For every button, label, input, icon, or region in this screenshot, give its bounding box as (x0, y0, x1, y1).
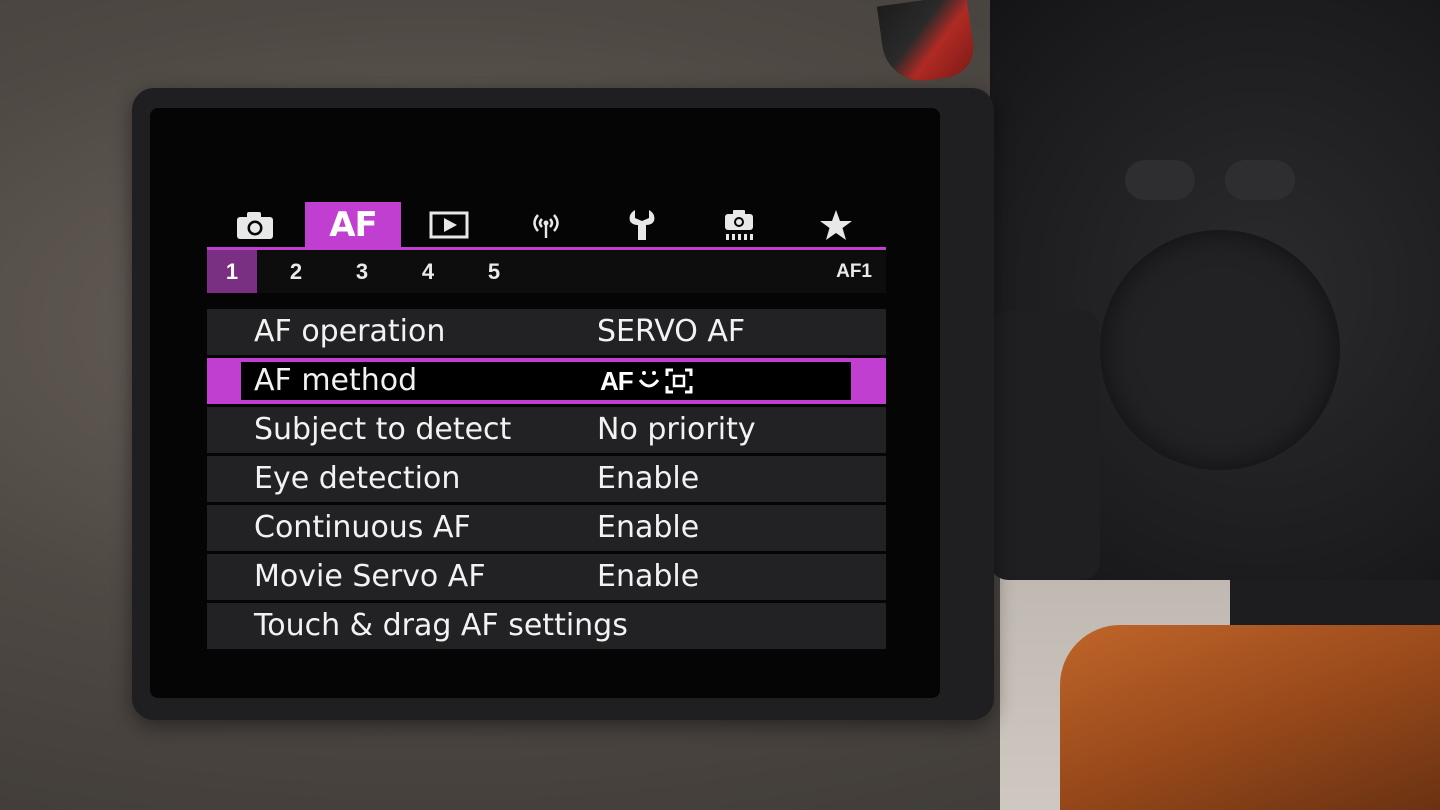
screen-hinge (990, 310, 1100, 580)
subtab-1[interactable]: 1 (207, 250, 257, 293)
menu-row-af-operation[interactable]: AF operation SERVO AF (207, 309, 886, 355)
camera-icon (237, 212, 273, 239)
tab-custom-functions[interactable] (691, 202, 787, 248)
menu-row-touch-drag-af[interactable]: Touch & drag AF settings (207, 603, 886, 649)
menu-row-label: AF method (254, 363, 418, 398)
menu-row-label: Subject to detect (254, 412, 512, 447)
camera-button (1125, 160, 1195, 200)
tab-af-label: AF (329, 205, 378, 245)
menu-row-label: Touch & drag AF settings (254, 608, 628, 643)
subtab-bar: 1 2 3 4 5 AF1 (207, 250, 886, 293)
tab-my-menu[interactable] (788, 202, 884, 248)
subtab-4[interactable]: 4 (403, 250, 453, 293)
star-icon (820, 210, 852, 240)
menu-row-label: AF operation (254, 314, 446, 349)
menu-row-label: Eye detection (254, 461, 461, 496)
camera-dial (1100, 230, 1340, 470)
menu-list: AF operation SERVO AF AF method AF Subje… (207, 309, 886, 649)
wireless-icon (533, 214, 559, 238)
camera-button (1225, 160, 1295, 200)
menu-row-label: Continuous AF (254, 510, 471, 545)
menu-row-value: No priority (597, 412, 756, 447)
menu-row-value: Enable (597, 510, 700, 545)
tab-playback[interactable] (401, 202, 497, 248)
orange-accessory (1060, 625, 1440, 810)
subtab-2[interactable]: 2 (271, 250, 321, 293)
menu-row-value: Enable (597, 559, 700, 594)
menu-row-value: Enable (597, 461, 700, 496)
menu-row-continuous-af[interactable]: Continuous AF Enable (207, 505, 886, 551)
tab-wireless[interactable] (498, 202, 594, 248)
menu-row-label: Movie Servo AF (254, 559, 486, 594)
page-indicator: AF1 (836, 261, 872, 282)
camera-strap (876, 0, 978, 86)
custom-functions-icon (725, 210, 753, 240)
tab-setup[interactable] (594, 202, 690, 248)
af-face-tracking-icon: AF (600, 366, 693, 396)
camera-menu: AF 1 2 3 4 5 AF1 AF operation SERVO AF A… (207, 200, 886, 652)
subtab-5[interactable]: 5 (469, 250, 519, 293)
wrench-icon (629, 210, 655, 240)
menu-row-subject-to-detect[interactable]: Subject to detect No priority (207, 407, 886, 453)
menu-row-af-method[interactable]: AF method AF (207, 358, 886, 404)
menu-row-value: SERVO AF (597, 314, 746, 349)
subtab-3[interactable]: 3 (337, 250, 387, 293)
menu-row-eye-detection[interactable]: Eye detection Enable (207, 456, 886, 502)
tab-af[interactable]: AF (305, 202, 401, 248)
playback-icon (429, 211, 469, 239)
menu-row-movie-servo-af[interactable]: Movie Servo AF Enable (207, 554, 886, 600)
menu-tabs: AF (207, 200, 886, 251)
tab-shooting[interactable] (207, 202, 303, 248)
